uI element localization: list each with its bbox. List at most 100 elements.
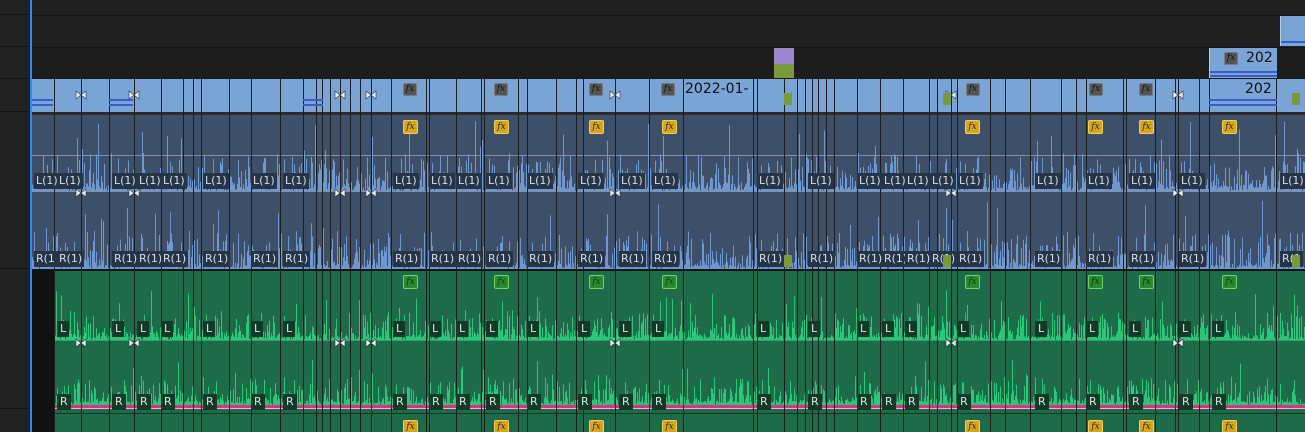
waveform-sample [1249, 262, 1250, 269]
waveform-sample [1114, 172, 1115, 191]
waveform-sample [998, 335, 999, 340]
waveform-sample [1057, 404, 1058, 405]
waveform-sample [855, 265, 856, 269]
waveform-sample [696, 334, 697, 340]
waveform-sample [1067, 329, 1068, 340]
waveform-sample [877, 337, 878, 340]
waveform-sample [116, 267, 117, 269]
waveform-sample [572, 186, 573, 191]
waveform-sample [326, 400, 327, 405]
waveform-sample [790, 187, 791, 191]
waveform-sample [1211, 182, 1212, 191]
waveform-sample [696, 265, 697, 269]
waveform-sample [754, 391, 755, 405]
waveform-sample [849, 187, 850, 191]
waveform-sample [626, 337, 627, 340]
waveform-sample [847, 188, 848, 191]
waveform-sample [806, 401, 807, 405]
waveform-sample [1127, 334, 1128, 340]
waveform-sample [1052, 403, 1053, 405]
waveform-sample [382, 399, 383, 405]
waveform-sample [642, 396, 643, 405]
waveform-sample [1022, 401, 1023, 405]
waveform-sample [154, 333, 155, 340]
waveform-sample [1017, 398, 1018, 405]
waveform-sample [503, 381, 504, 405]
waveform-sample [268, 400, 269, 405]
waveform-sample [847, 398, 848, 405]
waveform-sample [335, 328, 336, 340]
waveform-sample [515, 339, 516, 340]
waveform-sample [1268, 245, 1269, 269]
waveform-sample [431, 338, 432, 340]
waveform-sample [90, 403, 91, 405]
waveform-sample [431, 189, 432, 191]
waveform-sample [384, 403, 385, 405]
waveform-sample [127, 401, 128, 405]
waveform-sample [754, 266, 755, 269]
waveform-sample [182, 392, 183, 405]
waveform-sample [991, 380, 992, 405]
waveform-sample [408, 336, 409, 340]
waveform-sample [1204, 328, 1205, 340]
waveform-sample [365, 267, 366, 269]
waveform-sample [1023, 314, 1024, 340]
waveform-sample [744, 266, 745, 269]
waveform-sample [96, 154, 97, 191]
waveform-sample [735, 337, 736, 340]
waveform-sample [207, 338, 208, 340]
waveform-sample [780, 267, 781, 269]
waveform-sample [86, 316, 87, 340]
waveform-sample [1163, 403, 1164, 405]
waveform-sample [324, 164, 325, 191]
waveform-sample [933, 190, 934, 191]
waveform-sample [367, 157, 368, 191]
waveform-sample [853, 189, 854, 191]
waveform-sample [91, 390, 92, 405]
waveform-sample [1160, 319, 1161, 340]
waveform-sample [1176, 402, 1177, 405]
waveform-sample [687, 187, 688, 191]
waveform-sample [1025, 243, 1026, 269]
waveform-sample [1207, 252, 1208, 269]
waveform-sample [189, 186, 190, 191]
waveform-sample [1262, 332, 1263, 340]
waveform-sample [493, 338, 494, 340]
waveform-sample [1070, 395, 1071, 405]
waveform-sample [1135, 336, 1136, 340]
waveform-sample [342, 403, 343, 405]
waveform-sample [176, 188, 177, 191]
waveform-sample [1066, 167, 1067, 191]
waveform-sample [1213, 180, 1214, 191]
waveform-sample [205, 336, 206, 340]
waveform-sample [189, 401, 190, 405]
waveform-sample [1105, 319, 1106, 340]
waveform-sample [749, 236, 750, 269]
waveform-sample [1077, 265, 1078, 269]
waveform-sample [703, 176, 704, 191]
waveform-sample [176, 266, 177, 269]
waveform-sample [240, 330, 241, 340]
waveform-sample [298, 189, 299, 191]
waveform-sample [222, 267, 223, 269]
waveform-sample [601, 400, 602, 405]
waveform-sample [380, 335, 381, 340]
waveform-sample [604, 183, 605, 191]
waveform-sample [787, 188, 788, 191]
waveform-sample [345, 260, 346, 269]
waveform-sample [722, 337, 723, 340]
waveform-sample [975, 402, 976, 405]
waveform-sample [771, 402, 772, 405]
waveform-sample [517, 316, 518, 340]
waveform-sample [1234, 238, 1235, 269]
waveform-sample [575, 399, 576, 405]
waveform-sample [388, 188, 389, 191]
waveform-sample [804, 319, 805, 340]
waveform-sample [919, 400, 920, 405]
waveform-sample [151, 291, 152, 340]
waveform-sample [158, 398, 159, 405]
waveform-sample [327, 397, 328, 405]
waveform-sample [241, 254, 242, 269]
waveform-sample [566, 264, 567, 269]
waveform-sample [1020, 157, 1021, 191]
